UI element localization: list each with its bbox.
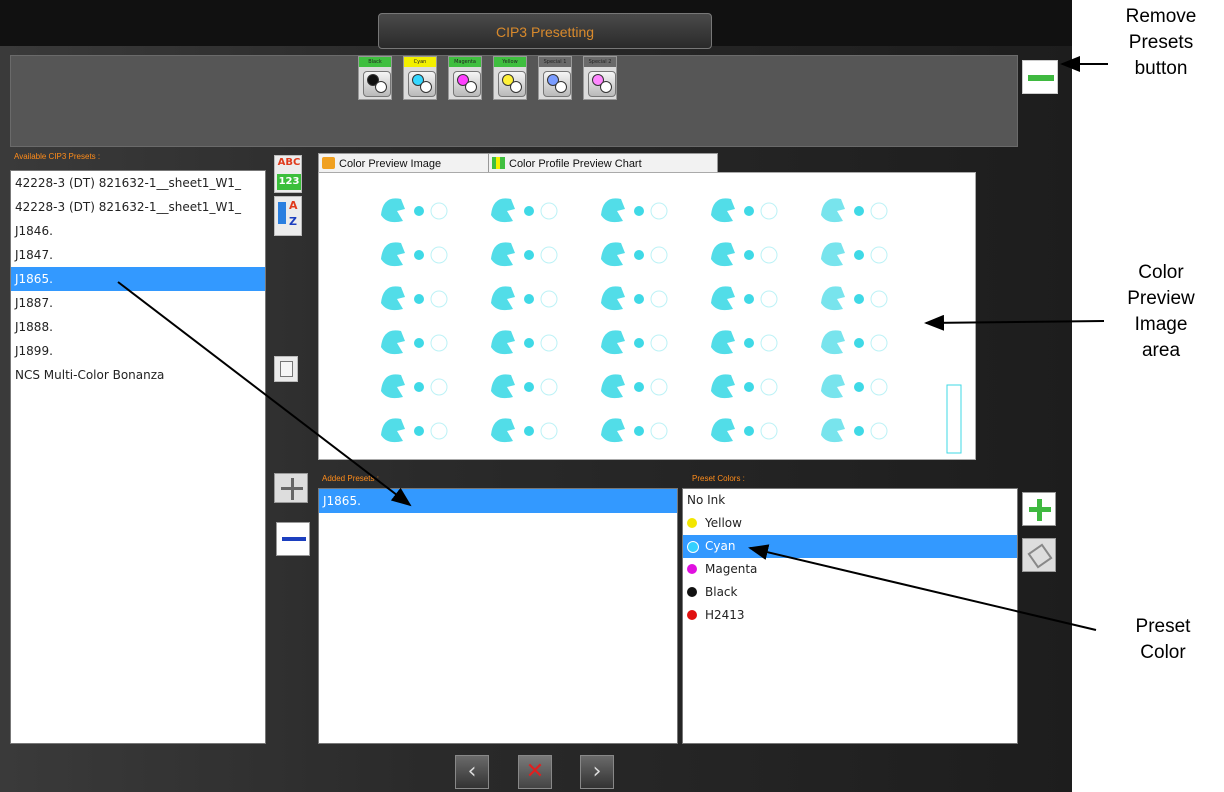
- arrow-preset-color: [748, 544, 1097, 631]
- annotation-arrows: [117, 56, 1108, 631]
- arrow-selected-preset: [117, 281, 412, 507]
- arrow-color-preview: [924, 314, 1105, 331]
